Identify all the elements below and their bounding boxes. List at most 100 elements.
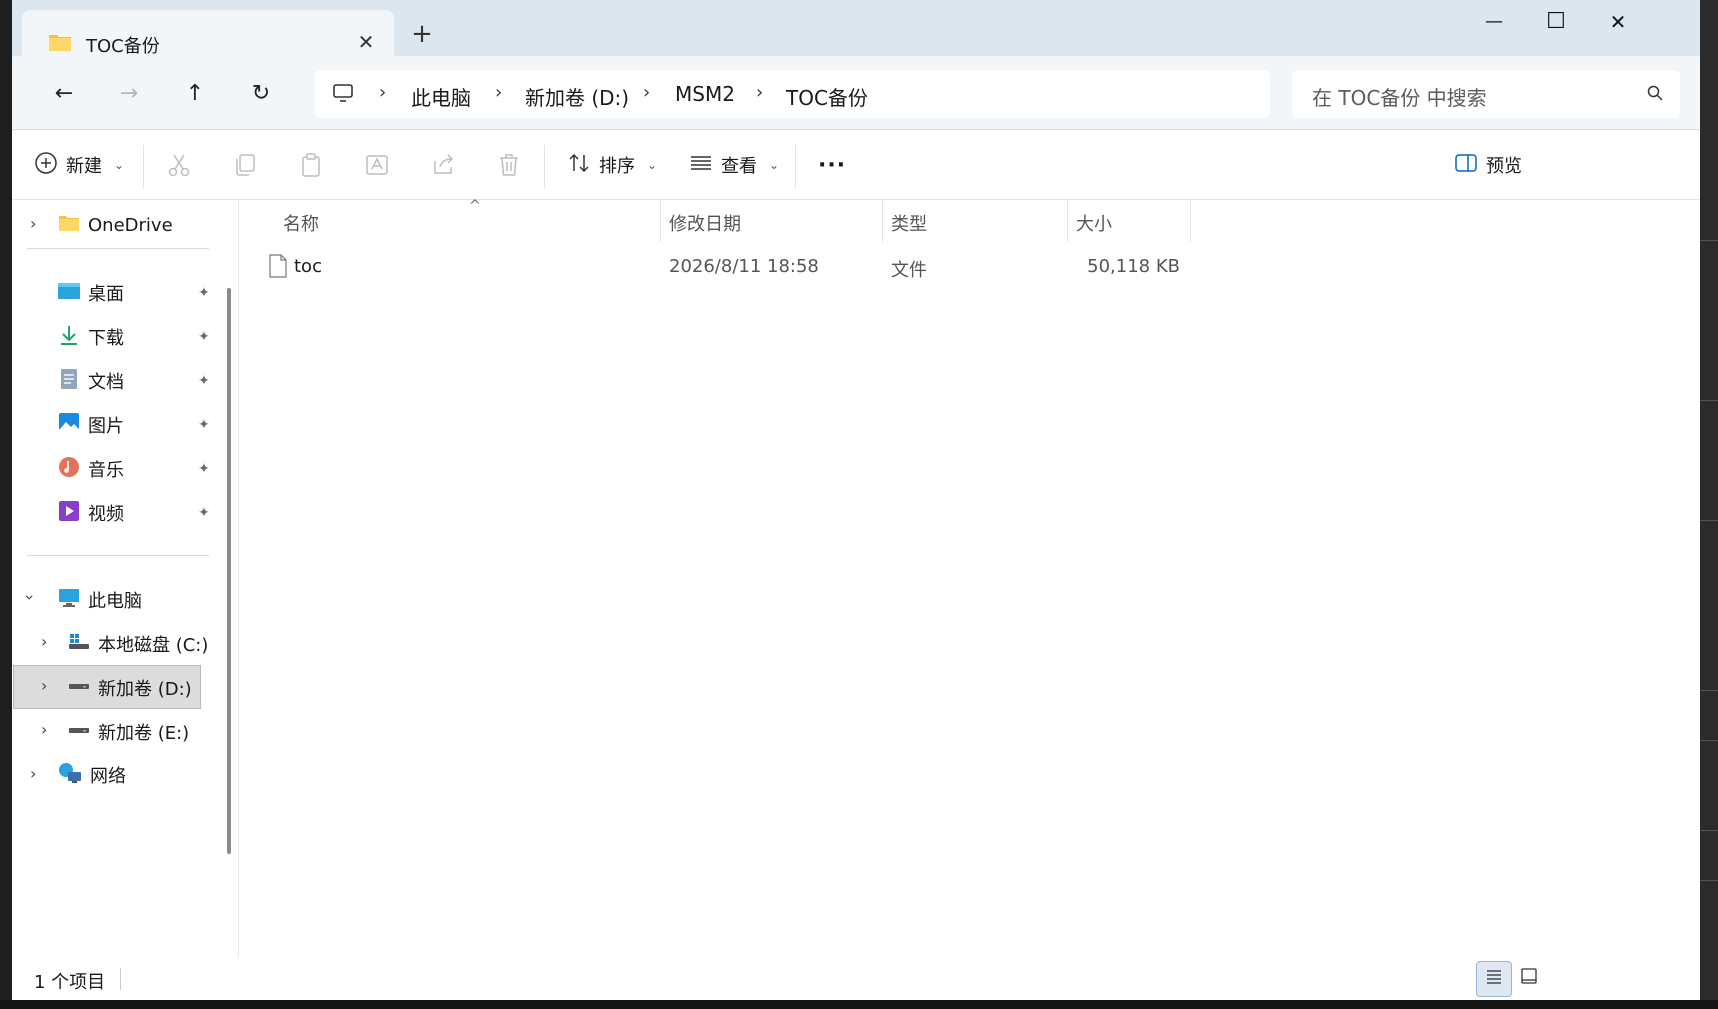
pictures-icon — [58, 412, 80, 439]
videos-icon — [58, 500, 80, 527]
sidebar-item-label: OneDrive — [88, 214, 173, 236]
new-tab-button[interactable]: + — [404, 18, 440, 50]
sidebar-item-desktop[interactable]: 桌面 — [58, 271, 124, 315]
details-view-icon — [1485, 968, 1503, 990]
computer-icon — [331, 81, 355, 109]
navigation-pane: › OneDrive 桌面 ✦ 下载 ✦ 文档 ✦ 图片 ✦ 音乐 ✦ 视频 ✦… — [12, 200, 231, 958]
file-type: 文件 — [891, 260, 927, 281]
minimize-button[interactable]: — — [1464, 4, 1524, 40]
chevron-right-icon[interactable]: › — [41, 632, 47, 651]
desktop-background-right — [1700, 0, 1718, 1009]
more-options-button[interactable]: ··· — [818, 150, 846, 180]
forward-button[interactable]: → — [109, 74, 149, 114]
breadcrumb-this-pc[interactable]: 此电脑 — [411, 82, 471, 111]
refresh-button[interactable]: ↻ — [241, 74, 281, 114]
sidebar-item-documents[interactable]: 文档 — [58, 359, 124, 403]
table-row[interactable]: toc 2026/8/11 18:58 文件 50,118 KB — [239, 250, 1199, 286]
address-bar[interactable]: › 此电脑 › 新加卷 (D:) › MSM2 › TOC备份 — [315, 70, 1270, 118]
pin-icon[interactable]: ✦ — [198, 285, 210, 301]
chevron-down-icon: ⌄ — [114, 158, 125, 172]
share-icon[interactable] — [430, 152, 458, 180]
preview-pane-button[interactable]: 预览 — [1454, 150, 1522, 180]
sidebar-item-this-pc[interactable]: 此电脑 — [58, 578, 142, 622]
sidebar-item-label: 桌面 — [88, 284, 124, 305]
column-header-name[interactable]: 名称 — [283, 210, 319, 236]
cut-icon[interactable] — [166, 152, 194, 180]
chevron-right-icon[interactable]: › — [41, 720, 47, 739]
new-button[interactable]: 新建 ⌄ — [34, 150, 124, 180]
desktop-icon — [58, 282, 80, 305]
details-view-button[interactable] — [1476, 961, 1512, 997]
sidebar-item-drive-e[interactable]: 新加卷 (E:) — [68, 710, 189, 754]
music-icon — [58, 456, 80, 483]
preview-pane-icon — [1454, 151, 1478, 180]
network-icon — [58, 762, 82, 789]
sidebar-scrollbar[interactable] — [227, 288, 231, 854]
documents-icon — [58, 368, 80, 395]
pin-icon[interactable]: ✦ — [198, 461, 210, 477]
column-header-modified[interactable]: 修改日期 — [669, 210, 741, 236]
sidebar-item-label: 新加卷 (D:) — [98, 679, 192, 700]
copy-icon[interactable] — [232, 152, 260, 180]
sidebar-item-label: 视频 — [88, 504, 124, 525]
sort-ascending-icon: ^ — [469, 198, 481, 214]
sidebar-item-network[interactable]: 网络 — [58, 753, 126, 797]
chevron-right-icon[interactable]: › — [41, 676, 47, 695]
search-placeholder: 在 TOC备份 中搜索 — [1312, 86, 1487, 110]
breadcrumb-toc-backup[interactable]: TOC备份 — [786, 82, 868, 111]
pin-icon[interactable]: ✦ — [198, 417, 210, 433]
sidebar-item-onedrive[interactable]: OneDrive — [58, 203, 173, 247]
tab-toc-backup[interactable]: TOC备份 ✕ — [22, 10, 394, 57]
delete-icon[interactable] — [496, 152, 524, 180]
sidebar-item-label: 图片 — [88, 416, 124, 437]
preview-label: 预览 — [1486, 156, 1522, 177]
breadcrumb-separator: › — [379, 82, 387, 103]
sidebar-item-drive-c[interactable]: 本地磁盘 (C:) — [68, 622, 208, 666]
sidebar-item-drive-d[interactable]: 新加卷 (D:) — [68, 666, 192, 710]
back-button[interactable]: ← — [44, 74, 84, 114]
file-explorer-window: TOC备份 ✕ + — ☐ ✕ ← → ↑ ↻ › 此电脑 › 新加卷 (D:)… — [12, 0, 1700, 1000]
pin-icon[interactable]: ✦ — [198, 373, 210, 389]
desktop-background-left — [0, 0, 12, 1009]
search-input[interactable]: 在 TOC备份 中搜索 — [1292, 70, 1680, 118]
breadcrumb-msm2[interactable]: MSM2 — [675, 82, 735, 106]
sidebar-item-pictures[interactable]: 图片 — [58, 403, 124, 447]
view-list-icon — [689, 151, 713, 180]
column-header-type[interactable]: 类型 — [891, 210, 927, 236]
command-bar: 新建 ⌄ 排序 ⌄ 查看 ⌄ ··· 预览 — [12, 130, 1700, 200]
pin-icon[interactable]: ✦ — [198, 505, 210, 521]
pin-icon[interactable]: ✦ — [198, 329, 210, 345]
tab-close-button[interactable]: ✕ — [352, 28, 380, 56]
chevron-right-icon[interactable]: › — [30, 764, 36, 783]
breadcrumb-drive-d[interactable]: 新加卷 (D:) — [525, 82, 629, 111]
close-button[interactable]: ✕ — [1588, 4, 1648, 40]
chevron-down-icon[interactable]: › — [21, 594, 40, 600]
system-drive-icon — [68, 633, 90, 656]
sidebar-item-label: 此电脑 — [88, 591, 142, 612]
sidebar-item-downloads[interactable]: 下载 — [58, 315, 124, 359]
sidebar-item-videos[interactable]: 视频 — [58, 491, 124, 535]
drive-icon — [68, 721, 90, 744]
large-icons-view-button[interactable] — [1512, 961, 1546, 995]
sort-button[interactable]: 排序 ⌄ — [567, 150, 657, 180]
navigation-bar: ← → ↑ ↻ › 此电脑 › 新加卷 (D:) › MSM2 › TOC备份 … — [12, 56, 1700, 130]
tab-title: TOC备份 — [86, 36, 160, 57]
drive-icon — [68, 677, 90, 700]
up-button[interactable]: ↑ — [175, 74, 215, 114]
sort-label: 排序 — [599, 156, 635, 177]
sidebar-item-label: 新加卷 (E:) — [98, 723, 190, 744]
folder-icon — [48, 32, 72, 56]
sidebar-item-music[interactable]: 音乐 — [58, 447, 124, 491]
file-icon — [269, 254, 287, 282]
maximize-button[interactable]: ☐ — [1526, 4, 1586, 40]
chevron-right-icon[interactable]: › — [30, 214, 36, 233]
column-header-size[interactable]: 大小 — [1076, 210, 1112, 236]
file-list: ^ 名称 修改日期 类型 大小 toc 2026/8/11 18:58 文件 5… — [239, 198, 1700, 958]
rename-icon[interactable] — [364, 152, 392, 180]
paste-icon[interactable] — [298, 152, 326, 180]
view-button[interactable]: 查看 ⌄ — [689, 150, 779, 180]
download-icon — [58, 324, 80, 351]
sidebar-item-label: 音乐 — [88, 460, 124, 481]
file-size: 50,118 KB — [1087, 256, 1180, 277]
new-label: 新建 — [66, 156, 102, 177]
